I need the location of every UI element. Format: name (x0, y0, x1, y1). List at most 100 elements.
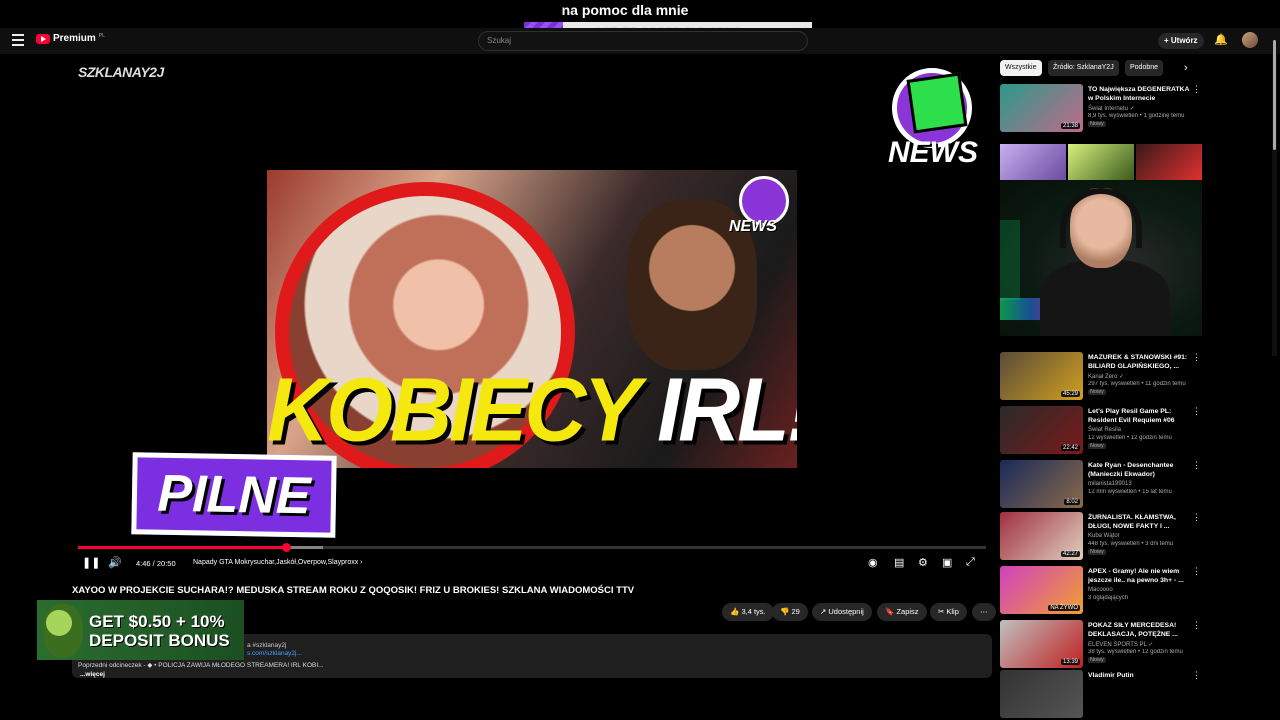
rec-title[interactable]: Vladimir Putin (1088, 671, 1192, 680)
dislike-button[interactable]: 👎 29 (772, 603, 808, 621)
rec-meta: 3 oglądających (1088, 595, 1129, 601)
description-link[interactable]: s.com/szklanay2j... (247, 650, 302, 657)
recommendation-item[interactable]: Vladimir Putin ⋮ (1000, 670, 1201, 720)
logo-text: Premium (53, 33, 96, 44)
rec-thumbnail[interactable]: NA ŻYWO (1000, 566, 1083, 614)
progress-scrubber[interactable] (281, 543, 291, 552)
kebab-menu-icon[interactable]: ⋮ (1192, 512, 1201, 523)
rec-title[interactable]: POKAZ SIŁY MERCEDESA! DEKLASACJA, POTĘŻN… (1088, 621, 1192, 639)
rec-channel[interactable]: Kuba Wątor (1088, 533, 1120, 539)
streamer-webcam (1000, 180, 1202, 336)
menu-icon[interactable] (12, 34, 24, 46)
time-display: 4:46 / 20:50 (136, 559, 176, 568)
like-button[interactable]: 👍 3,4 tys. (722, 603, 774, 621)
recommendation-item[interactable]: 42:27 ŻURNALISTA. KŁAMSTWA, DŁUGI, NOWE F… (1000, 512, 1201, 562)
volume-icon[interactable]: 🔊 (108, 556, 122, 569)
youtube-logo[interactable]: Premium PL (36, 33, 105, 44)
rec-duration: 42:27 (1060, 551, 1080, 557)
rec-new-badge: Nowy (1088, 549, 1106, 555)
ad-line1: GET $0.50 + 10% (89, 612, 225, 631)
rec-title[interactable]: ŻURNALISTA. KŁAMSTWA, DŁUGI, NOWE FAKTY … (1088, 513, 1192, 531)
more-actions-button[interactable]: ⋯ (972, 603, 996, 621)
page-scrollbar[interactable] (1272, 36, 1277, 356)
rec-meta: 38 tys. wyświetleń • 12 godzin temu (1088, 649, 1183, 655)
notifications-bell-icon[interactable]: 🔔 (1214, 33, 1228, 47)
recommendation-item[interactable]: 8:02 Kate Ryan - Desenchantee (Manieczki … (1000, 460, 1201, 510)
recommendation-item[interactable]: 13:39 POKAZ SIŁY MERCEDESA! DEKLASACJA, P… (1000, 620, 1201, 670)
chip-source[interactable]: Źródło: SzklanaY2J (1048, 60, 1119, 76)
chapter-title[interactable]: Napady GTA Mokrysuchar,Jaskół,Overpow,Sl… (193, 559, 363, 566)
kebab-menu-icon[interactable]: ⋮ (1192, 84, 1201, 95)
autoplay-toggle-icon[interactable]: ◉ (868, 556, 878, 569)
rec-channel[interactable]: Kanał Zero ✓ (1088, 373, 1124, 380)
rec-title[interactable]: Kate Ryan - Desenchantee (Manieczki Ekwa… (1088, 461, 1192, 479)
rec-thumbnail[interactable]: 22:42 (1000, 406, 1083, 454)
description-text: a #szklanay2j (247, 642, 287, 649)
rec-title[interactable]: MAZUREK & STANOWSKI #91: BILIARD GLAPIŃS… (1088, 353, 1192, 371)
share-button[interactable]: ↗ Udostępnij (812, 603, 872, 621)
chevron-right-icon[interactable]: › (1184, 62, 1188, 74)
recommendation-item[interactable]: 21:38 TO Największa DEGENERATKA w Polskim… (1000, 84, 1201, 134)
pause-icon[interactable]: ❚❚ (82, 556, 100, 569)
recommendation-item[interactable]: NA ŻYWO APEX - Gramy! Ale nie wiem jeszcz… (1000, 566, 1201, 616)
chip-related[interactable]: Podobne (1125, 60, 1164, 76)
rec-new-badge: Nowy (1088, 389, 1106, 395)
rec-duration: 45:29 (1060, 391, 1080, 397)
kebab-menu-icon[interactable]: ⋮ (1192, 670, 1201, 681)
rec-new-badge: Nowy (1088, 657, 1106, 663)
kebab-menu-icon[interactable]: ⋮ (1192, 460, 1201, 471)
save-button[interactable]: 🔖 Zapisz (877, 603, 927, 621)
rec-channel[interactable]: ELEVEN SPORTS PL ✓ (1088, 641, 1153, 648)
video-title: XAYOO W PROJEKCIE SUCHARA!? MEDUSKA STRE… (72, 585, 635, 596)
fullscreen-icon[interactable]: ⤢ (966, 556, 975, 569)
frame-headline: KOBIECY IRL!? (267, 359, 797, 461)
logo-country: PL (98, 32, 105, 39)
rec-duration: NA ŻYWO (1048, 605, 1080, 611)
rec-channel[interactable]: Świat Internetu ✓ (1088, 105, 1135, 112)
progress-played (78, 546, 286, 549)
kebab-menu-icon[interactable]: ⋮ (1192, 352, 1201, 363)
rec-duration: 8:02 (1064, 499, 1080, 505)
rec-title[interactable]: TO Największa DEGENERATKA w Polskim Inte… (1088, 85, 1192, 103)
progress-bar[interactable] (78, 543, 986, 552)
rec-title[interactable]: APEX - Gramy! Ale nie wiem jeszcze ile..… (1088, 567, 1192, 585)
masthead: Premium PL Szukaj + Utwórz 🔔 (0, 28, 1280, 54)
rec-title[interactable]: Let's Play Resil Game PL: Resident Evil … (1088, 407, 1192, 425)
kebab-menu-icon[interactable]: ⋮ (1192, 620, 1201, 631)
rec-duration: 22:42 (1060, 445, 1080, 451)
kebab-menu-icon[interactable]: ⋮ (1192, 566, 1201, 577)
recommendation-item[interactable]: 22:42 Let's Play Resil Game PL: Resident … (1000, 406, 1201, 456)
video-frame-thumbnail: NEWS KOBIECY IRL!? (267, 170, 797, 468)
rec-thumbnail[interactable]: 45:29 (1000, 352, 1083, 400)
chip-all[interactable]: Wszystkie (1000, 60, 1042, 76)
rec-thumbnail[interactable]: 8:02 (1000, 460, 1083, 508)
create-button[interactable]: + Utwórz (1158, 33, 1204, 49)
player-controls: ❚❚ 🔊 4:46 / 20:50 Napady GTA Mokrysuchar… (72, 554, 992, 574)
clip-button[interactable]: ✂ Klip (930, 603, 967, 621)
rec-thumbnail[interactable]: 42:27 (1000, 512, 1083, 560)
rec-meta: 8,9 tys. wyświetleń • 1 godzinę temu (1088, 113, 1185, 119)
rec-thumbnail[interactable] (1000, 670, 1083, 718)
search-input[interactable]: Szukaj (478, 31, 808, 51)
subtitles-icon[interactable]: ▤ (894, 556, 904, 569)
pilne-banner: PILNE (131, 452, 337, 538)
casino-ad-banner[interactable]: GET $0.50 + 10% DEPOSIT BONUS (37, 600, 244, 660)
miniplayer-icon[interactable]: ▣ (942, 556, 952, 569)
rec-thumbnail[interactable]: 13:39 (1000, 620, 1083, 668)
account-avatar[interactable] (1242, 32, 1258, 48)
recommendation-item[interactable]: 45:29 MAZUREK & STANOWSKI #91: BILIARD GL… (1000, 352, 1201, 402)
video-player[interactable]: SZKLANAY2J NEWS NEWS KOBIECY IRL!? PILNE… (72, 60, 992, 576)
settings-gear-icon[interactable]: ⚙ (918, 556, 928, 569)
kebab-menu-icon[interactable]: ⋮ (1192, 406, 1201, 417)
rec-meta: 12 mln wyświetleń • 15 lat temu (1088, 489, 1172, 495)
description-more-link[interactable]: ...więcej (80, 671, 105, 678)
frame-news-text: NEWS (729, 218, 777, 235)
rec-channel[interactable]: Macoooo (1088, 587, 1113, 593)
ad-mascot-image (43, 604, 83, 658)
rec-new-badge: Nowy (1088, 443, 1106, 449)
rec-duration: 21:38 (1060, 123, 1080, 129)
rec-channel[interactable]: milanista199013 (1088, 481, 1132, 487)
rec-thumbnail[interactable]: 21:38 (1000, 84, 1083, 132)
partial-thumbnail-strip (1000, 144, 1202, 180)
rec-channel[interactable]: Świat Resila (1088, 427, 1121, 433)
